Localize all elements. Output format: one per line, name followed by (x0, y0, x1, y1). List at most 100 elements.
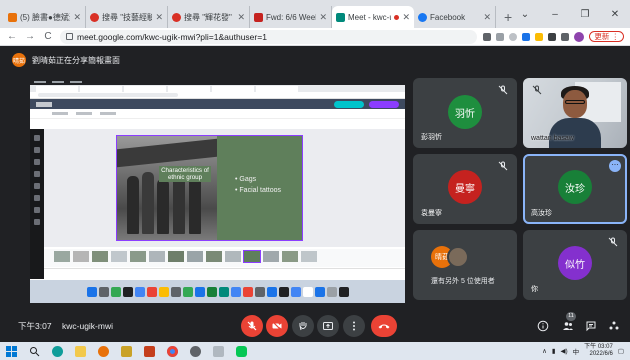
more-options-icon[interactable]: ⋯ (609, 160, 621, 172)
chrome-icon[interactable] (167, 345, 178, 357)
tab-favicon-icon (172, 12, 181, 22)
extension-icon[interactable] (522, 32, 531, 41)
present-screen-button[interactable] (317, 315, 339, 337)
meeting-details-button[interactable] (536, 319, 550, 333)
present-icon (323, 322, 333, 330)
shared-screen[interactable]: Characteristics of ethnic group Gags Fac… (30, 78, 405, 303)
activities-button[interactable] (607, 319, 621, 333)
window-controls: ⌄ – ❐ ✕ (510, 0, 630, 28)
mic-toggle-button[interactable] (241, 315, 263, 337)
facebook-favicon-icon (418, 12, 427, 22)
presentation-banner: 晴茹 劉晴茹正在分享簡報畫面 (0, 47, 630, 73)
extension-icon[interactable] (535, 32, 544, 41)
forward-button[interactable]: → (24, 31, 36, 42)
extensions-area: 更新 ⋮ (483, 31, 624, 42)
participant-tile[interactable]: 羽忻 彭羽忻 (413, 78, 517, 148)
participant-video-tile[interactable]: wattan basaw (523, 78, 627, 148)
windows-taskbar: ∧ ▮ ◀) 中 下午 03:07 2022/6/6 ▢ (0, 342, 630, 360)
restore-button[interactable]: ❐ (570, 9, 600, 20)
more-options-button[interactable] (343, 315, 365, 337)
network-icon[interactable]: ▮ (552, 347, 556, 355)
presentation-slide: Characteristics of ethnic group Gags Fac… (116, 135, 303, 241)
self-tile[interactable]: 似竹 你 (523, 230, 627, 300)
notification-icon[interactable]: ▢ (618, 347, 624, 355)
folder-icon[interactable] (121, 345, 132, 357)
participant-tile[interactable]: 曼寧 袁曼寧 (413, 154, 517, 224)
participant-tile-active[interactable]: 汝珍 ⋯ 高汝珍 (523, 154, 627, 224)
line-icon[interactable] (236, 345, 247, 357)
camera-toggle-button[interactable] (266, 315, 288, 337)
shared-browser-tabs (30, 85, 405, 92)
system-clock[interactable]: 下午 03:07 2022/6/6 (584, 344, 613, 358)
reload-button[interactable]: C (42, 31, 54, 42)
mic-muted-icon (498, 85, 508, 95)
people-button[interactable]: 11 (561, 312, 576, 333)
participant-count-badge: 11 (566, 312, 576, 321)
firefox-icon[interactable] (98, 345, 109, 357)
shared-editor-menu (30, 109, 405, 119)
shared-dock (30, 280, 405, 303)
tab-close-icon[interactable]: ✕ (73, 12, 81, 23)
tray-chevron-icon[interactable]: ∧ (542, 347, 547, 355)
presentation-banner-text: 劉晴茹正在分享簡報畫面 (32, 55, 120, 65)
search-icon[interactable] (29, 346, 40, 357)
others-tile[interactable]: 晴茹 還有另外 5 位使用者 (413, 230, 517, 300)
camera-icon[interactable] (483, 32, 492, 41)
participant-name: 你 (531, 286, 538, 293)
presenter-avatar: 晴茹 (12, 53, 26, 67)
close-window-button[interactable]: ✕ (600, 9, 630, 20)
input-language[interactable]: 中 (573, 346, 580, 356)
raise-hand-button[interactable] (292, 315, 314, 337)
shared-editor-status (44, 268, 405, 275)
participant-avatar: 汝珍 (558, 170, 592, 204)
tab-close-icon[interactable]: ✕ (402, 12, 410, 23)
clock-time: 下午 03:07 (584, 344, 613, 350)
browser-toolbar: ← → C meet.google.com/kwc-ugik-mwi?pli=1… (0, 28, 630, 46)
windows-start-icon[interactable] (6, 345, 17, 357)
people-icon (563, 322, 573, 330)
app-icon[interactable] (213, 345, 224, 357)
puzzle-icon[interactable] (548, 32, 557, 41)
camera-off-icon (272, 321, 282, 331)
tab-close-icon[interactable]: ✕ (155, 12, 163, 23)
leave-call-button[interactable] (371, 315, 397, 337)
tab-title: (5) 臉書●德斌素材 (20, 12, 70, 22)
slide-bullet: Gags (235, 174, 281, 185)
browser-tab[interactable]: Facebook ✕ (414, 6, 496, 28)
browser-tab-active[interactable]: Meet - kwc-u ✕ (332, 6, 414, 28)
mic-muted-icon (608, 237, 618, 247)
edge-icon[interactable] (52, 345, 63, 357)
bookmark-star-icon[interactable] (509, 32, 518, 41)
browser-tab[interactable]: 搜尋 "技藝經驗談" ✕ (86, 6, 168, 28)
participant-name: 袁曼寧 (421, 210, 442, 217)
explorer-icon[interactable] (75, 345, 86, 357)
chat-button[interactable] (584, 319, 598, 333)
tab-close-icon[interactable]: ✕ (237, 12, 245, 23)
browser-tab[interactable]: 搜尋 "輝花發" - Pl ✕ (168, 6, 250, 28)
browser-tab[interactable]: Fwd: 6/6 Week 1 ✕ (250, 6, 332, 28)
tab-close-icon[interactable]: ✕ (319, 12, 327, 23)
media-icon[interactable] (190, 345, 201, 357)
mic-off-icon (247, 321, 257, 331)
update-button[interactable]: 更新 ⋮ (589, 31, 624, 42)
meeting-code: kwc-ugik-mwi (62, 321, 113, 331)
volume-icon[interactable]: ◀) (560, 347, 567, 355)
tab-title: Meet - kwc-u (348, 12, 392, 22)
hang-up-icon (378, 324, 390, 329)
back-button[interactable]: ← (6, 31, 18, 42)
share-icon[interactable] (496, 32, 505, 41)
meet-favicon-icon (336, 12, 345, 22)
minimize-button[interactable]: – (540, 9, 570, 20)
powerpoint-icon[interactable] (144, 345, 155, 357)
profile-avatar[interactable] (574, 31, 585, 42)
participant-name: wattan basaw (531, 135, 574, 142)
browser-tab[interactable]: (5) 臉書●德斌素材 ✕ (4, 6, 86, 28)
tab-title: 搜尋 "技藝經驗談" (102, 12, 152, 22)
address-bar[interactable]: meet.google.com/kwc-ugik-mwi?pli=1&authu… (60, 29, 478, 44)
tab-close-icon[interactable]: ✕ (483, 12, 491, 23)
participant-avatar: 曼寧 (448, 170, 482, 204)
historical-photo (117, 136, 217, 240)
sidebar-icon[interactable] (561, 32, 570, 41)
tab-search-icon[interactable]: ⌄ (510, 9, 540, 20)
participant-name: 彭羽忻 (421, 134, 442, 141)
